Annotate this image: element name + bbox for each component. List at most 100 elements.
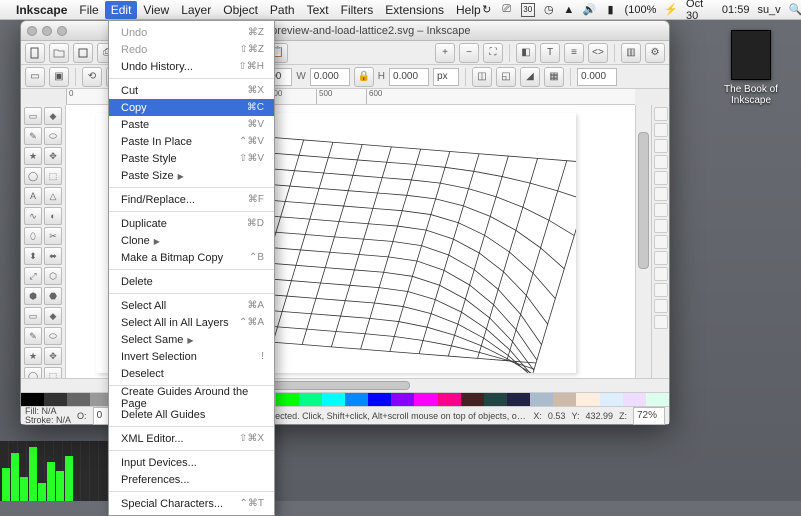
- snap-toggle[interactable]: [654, 139, 668, 153]
- volume-icon[interactable]: 🔊: [583, 3, 597, 17]
- menu-item-find-replace[interactable]: Find/Replace...⌘F: [109, 191, 274, 208]
- tool-button[interactable]: ✎: [24, 127, 42, 145]
- tool-button[interactable]: ⬌: [44, 247, 62, 265]
- snap-toggle[interactable]: [654, 171, 668, 185]
- color-swatch[interactable]: [368, 393, 391, 406]
- fill-stroke-indicator[interactable]: Fill: N/A Stroke: N/A: [25, 407, 71, 425]
- color-swatch[interactable]: [67, 393, 90, 406]
- tool-button[interactable]: ◆: [44, 107, 62, 125]
- menu-file[interactable]: File: [79, 3, 98, 17]
- menu-item-delete[interactable]: Delete: [109, 273, 274, 290]
- color-swatch[interactable]: [507, 393, 530, 406]
- menubar-date[interactable]: Oct 30: [686, 0, 714, 22]
- snap-toggle[interactable]: [654, 203, 668, 217]
- affect-corners-toggle[interactable]: ◱: [496, 67, 516, 87]
- menu-path[interactable]: Path: [270, 3, 295, 17]
- color-swatch[interactable]: [461, 393, 484, 406]
- sync-icon[interactable]: ↻: [481, 3, 493, 17]
- menu-item-clone[interactable]: Clone: [109, 232, 274, 249]
- menu-help[interactable]: Help: [456, 3, 481, 17]
- zoom-button[interactable]: [57, 26, 67, 36]
- menu-item-copy[interactable]: Copy⌘C: [109, 99, 274, 116]
- open-button[interactable]: [49, 43, 69, 63]
- tool-button[interactable]: ◐: [44, 207, 62, 225]
- color-swatch[interactable]: [553, 393, 576, 406]
- tool-button[interactable]: ✥: [44, 347, 62, 365]
- menu-item-paste-size[interactable]: Paste Size: [109, 167, 274, 184]
- select-in-groups-toggle[interactable]: ▣: [49, 67, 69, 87]
- desktop-book-icon[interactable]: The Book of Inkscape: [721, 30, 781, 106]
- menu-item-special-characters[interactable]: Special Characters...⌃⌘T: [109, 495, 274, 512]
- new-doc-button[interactable]: [25, 43, 45, 63]
- move-step-input[interactable]: 0.000: [577, 68, 617, 86]
- time-icon[interactable]: ◷: [543, 3, 555, 17]
- affect-pattern-toggle[interactable]: ▦: [544, 67, 564, 87]
- snap-toggle[interactable]: [654, 235, 668, 249]
- minimize-button[interactable]: [42, 26, 52, 36]
- menu-edit[interactable]: Edit: [105, 1, 138, 19]
- unit-select[interactable]: px: [433, 68, 459, 86]
- spotlight-icon[interactable]: 🔍: [789, 3, 801, 17]
- color-swatch[interactable]: [600, 393, 623, 406]
- tool-button[interactable]: ⬢: [24, 287, 42, 305]
- close-button[interactable]: [27, 26, 37, 36]
- menu-item-input-devices[interactable]: Input Devices...: [109, 454, 274, 471]
- h-input[interactable]: 0.000: [389, 68, 429, 86]
- menu-view[interactable]: View: [143, 3, 169, 17]
- color-swatch[interactable]: [623, 393, 646, 406]
- snap-toggle[interactable]: [654, 267, 668, 281]
- menu-appname[interactable]: Inkscape: [16, 3, 67, 17]
- color-swatch[interactable]: [345, 393, 368, 406]
- battery-icon[interactable]: ▮: [605, 3, 617, 17]
- menu-item-select-all-in-all-layers[interactable]: Select All in All Layers⌃⌘A: [109, 314, 274, 331]
- menu-item-paste-in-place[interactable]: Paste In Place⌃⌘V: [109, 133, 274, 150]
- color-swatch[interactable]: [530, 393, 553, 406]
- menu-item-undo-history[interactable]: Undo History...⇧⌘H: [109, 58, 274, 75]
- color-swatch[interactable]: [576, 393, 599, 406]
- vertical-scrollbar[interactable]: [635, 105, 651, 378]
- snap-toggle[interactable]: [654, 187, 668, 201]
- tool-button[interactable]: A: [24, 187, 42, 205]
- snap-toggle[interactable]: [654, 123, 668, 137]
- tool-button[interactable]: ⬭: [44, 327, 62, 345]
- color-swatch[interactable]: [276, 393, 299, 406]
- snap-toggle[interactable]: [654, 219, 668, 233]
- menu-filters[interactable]: Filters: [341, 3, 374, 17]
- tool-button[interactable]: ✂: [44, 227, 62, 245]
- scroll-thumb[interactable]: [638, 132, 649, 269]
- menu-item-deselect[interactable]: Deselect: [109, 365, 274, 382]
- color-swatch[interactable]: [299, 393, 322, 406]
- display-icon[interactable]: ⎚: [501, 3, 513, 17]
- menubar-time[interactable]: 01:59: [722, 4, 750, 16]
- tool-button[interactable]: ⬚: [44, 167, 62, 185]
- menu-item-delete-all-guides[interactable]: Delete All Guides: [109, 406, 274, 423]
- tool-button[interactable]: ★: [24, 147, 42, 165]
- tool-button[interactable]: ⬯: [24, 227, 42, 245]
- layers-dialog-button[interactable]: ≡: [564, 43, 584, 63]
- menu-item-cut[interactable]: Cut⌘X: [109, 82, 274, 99]
- w-input[interactable]: 0.000: [310, 68, 350, 86]
- tool-button[interactable]: ▭: [24, 307, 42, 325]
- tool-button[interactable]: ⬭: [44, 127, 62, 145]
- menu-item-invert-selection[interactable]: Invert Selection!: [109, 348, 274, 365]
- color-swatch[interactable]: [391, 393, 414, 406]
- snap-toggle[interactable]: [654, 155, 668, 169]
- tool-button[interactable]: ⬣: [44, 287, 62, 305]
- tool-button[interactable]: △: [44, 187, 62, 205]
- box-icon[interactable]: 30: [521, 3, 535, 17]
- menu-item-create-guides-around-the-page[interactable]: Create Guides Around the Page: [109, 389, 274, 406]
- menu-item-paste-style[interactable]: Paste Style⇧⌘V: [109, 150, 274, 167]
- menubar-user[interactable]: su_v: [757, 4, 780, 16]
- zoom-in-button[interactable]: +: [435, 43, 455, 63]
- tool-button[interactable]: ⬡: [44, 267, 62, 285]
- tool-button[interactable]: ✥: [44, 147, 62, 165]
- text-dialog-button[interactable]: T: [540, 43, 560, 63]
- tool-button[interactable]: ▭: [24, 107, 42, 125]
- tool-button[interactable]: ✎: [24, 327, 42, 345]
- menu-item-xml-editor[interactable]: XML Editor...⇧⌘X: [109, 430, 274, 447]
- tool-button[interactable]: ★: [24, 347, 42, 365]
- zoom-input[interactable]: 72%: [633, 407, 665, 425]
- tool-button[interactable]: ∿: [24, 207, 42, 225]
- snap-toggle[interactable]: [654, 107, 668, 121]
- menu-item-preferences[interactable]: Preferences...: [109, 471, 274, 488]
